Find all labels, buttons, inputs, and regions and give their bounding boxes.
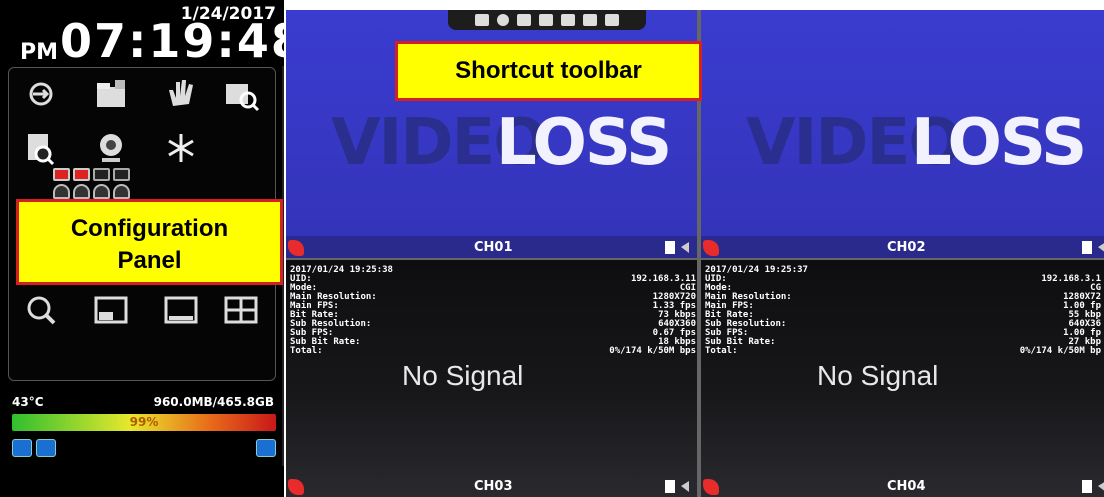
disk-usage-label: 99% (129, 415, 159, 429)
shortcut-toolbar (448, 10, 646, 30)
layout-single-icon[interactable] (159, 290, 203, 330)
speaker-icon[interactable] (665, 241, 693, 254)
speaker-icon[interactable] (1082, 480, 1104, 493)
clock-ampm: PM (20, 40, 59, 65)
monitor-icon[interactable] (517, 14, 531, 26)
freeze-icon[interactable] (159, 128, 203, 168)
no-signal-label: No Signal (402, 360, 524, 391)
channel-status-icon (53, 168, 70, 181)
channel-cell[interactable]: 2017/01/24 19:25:38 UID: 192.168.3.11 Mod… (286, 260, 697, 497)
folder-icon[interactable] (89, 74, 133, 114)
lock-icon[interactable] (475, 14, 489, 26)
camera-status-icon (53, 184, 70, 199)
alarm-icon (288, 240, 304, 256)
channel-bar: CH01 (286, 236, 697, 258)
list-icon[interactable] (583, 14, 597, 26)
info-key: Total: (705, 346, 738, 356)
channel-label: CH03 (474, 479, 513, 494)
stream-info: 2017/01/24 19:25:38 UID: 192.168.3.11 Mod… (290, 266, 696, 356)
channel-status-icon (113, 168, 130, 181)
user-icon[interactable] (256, 439, 276, 457)
network-status-icon[interactable] (12, 439, 32, 457)
shortcut-toolbar-callout: Shortcut toolbar (395, 41, 702, 101)
disk-usage-bar: 99% (12, 414, 276, 431)
speaker-icon[interactable] (665, 480, 693, 493)
video-loss-label: LOSS (496, 106, 672, 180)
layout-1-icon[interactable] (89, 290, 133, 330)
channel-status-row (53, 168, 130, 181)
stream-info: 2017/01/24 19:25:37 UID: 192.168.3.1 Mode… (705, 266, 1101, 356)
layout-4-icon[interactable] (219, 290, 263, 330)
hand-icon[interactable] (159, 74, 203, 114)
camera-status-icon (113, 184, 130, 199)
temperature-readout: 43°C (12, 395, 44, 409)
video-loss-label: LOSS (911, 106, 1087, 180)
info-value: 0%/174 k/50M bp (1019, 346, 1101, 356)
alarm-icon (288, 479, 304, 495)
alarm-icon (703, 479, 719, 495)
channel-label: CH04 (887, 479, 926, 494)
zoom-icon[interactable] (19, 290, 63, 330)
channel-bar: CH02 (701, 236, 1104, 258)
camera-icon[interactable] (539, 14, 553, 26)
channel-cell[interactable]: VIDEO LOSS CH02 (701, 10, 1104, 258)
calendar-search-icon[interactable] (219, 74, 263, 114)
camera-status-icon (73, 184, 90, 199)
camera-status-row (53, 184, 130, 199)
channel-cell[interactable]: 2017/01/24 19:25:37 UID: 192.168.3.1 Mode… (701, 260, 1104, 497)
document-search-icon[interactable] (19, 128, 63, 168)
channel-label: CH01 (474, 240, 513, 255)
info-value: 0%/174 k/50M bps (609, 346, 696, 356)
alarm-icon (703, 240, 719, 256)
webcam-icon[interactable] (89, 128, 133, 168)
disk-readout: 960.0MB/465.8GB (153, 395, 274, 409)
info-icon[interactable] (497, 14, 509, 26)
usb-icon[interactable] (36, 439, 56, 457)
clock-time: 07:19:48 (60, 14, 305, 68)
camera-status-icon (93, 184, 110, 199)
configuration-panel-callout: Configuration Panel (16, 199, 283, 285)
channel-bar: CH04 (701, 475, 1104, 497)
layout-icon[interactable] (561, 14, 575, 26)
channel-bar: CH03 (286, 475, 697, 497)
network-icon[interactable] (605, 14, 619, 26)
speaker-icon[interactable] (1082, 241, 1104, 254)
clock: 1/24/2017 PM 07:19:48 (0, 0, 303, 68)
channel-status-icon (93, 168, 110, 181)
logout-icon[interactable] (19, 74, 63, 114)
channel-status-icon (73, 168, 90, 181)
no-signal-label: No Signal (817, 360, 939, 391)
channel-label: CH02 (887, 240, 926, 255)
info-key: Total: (290, 346, 323, 356)
bottom-strip (0, 466, 284, 497)
